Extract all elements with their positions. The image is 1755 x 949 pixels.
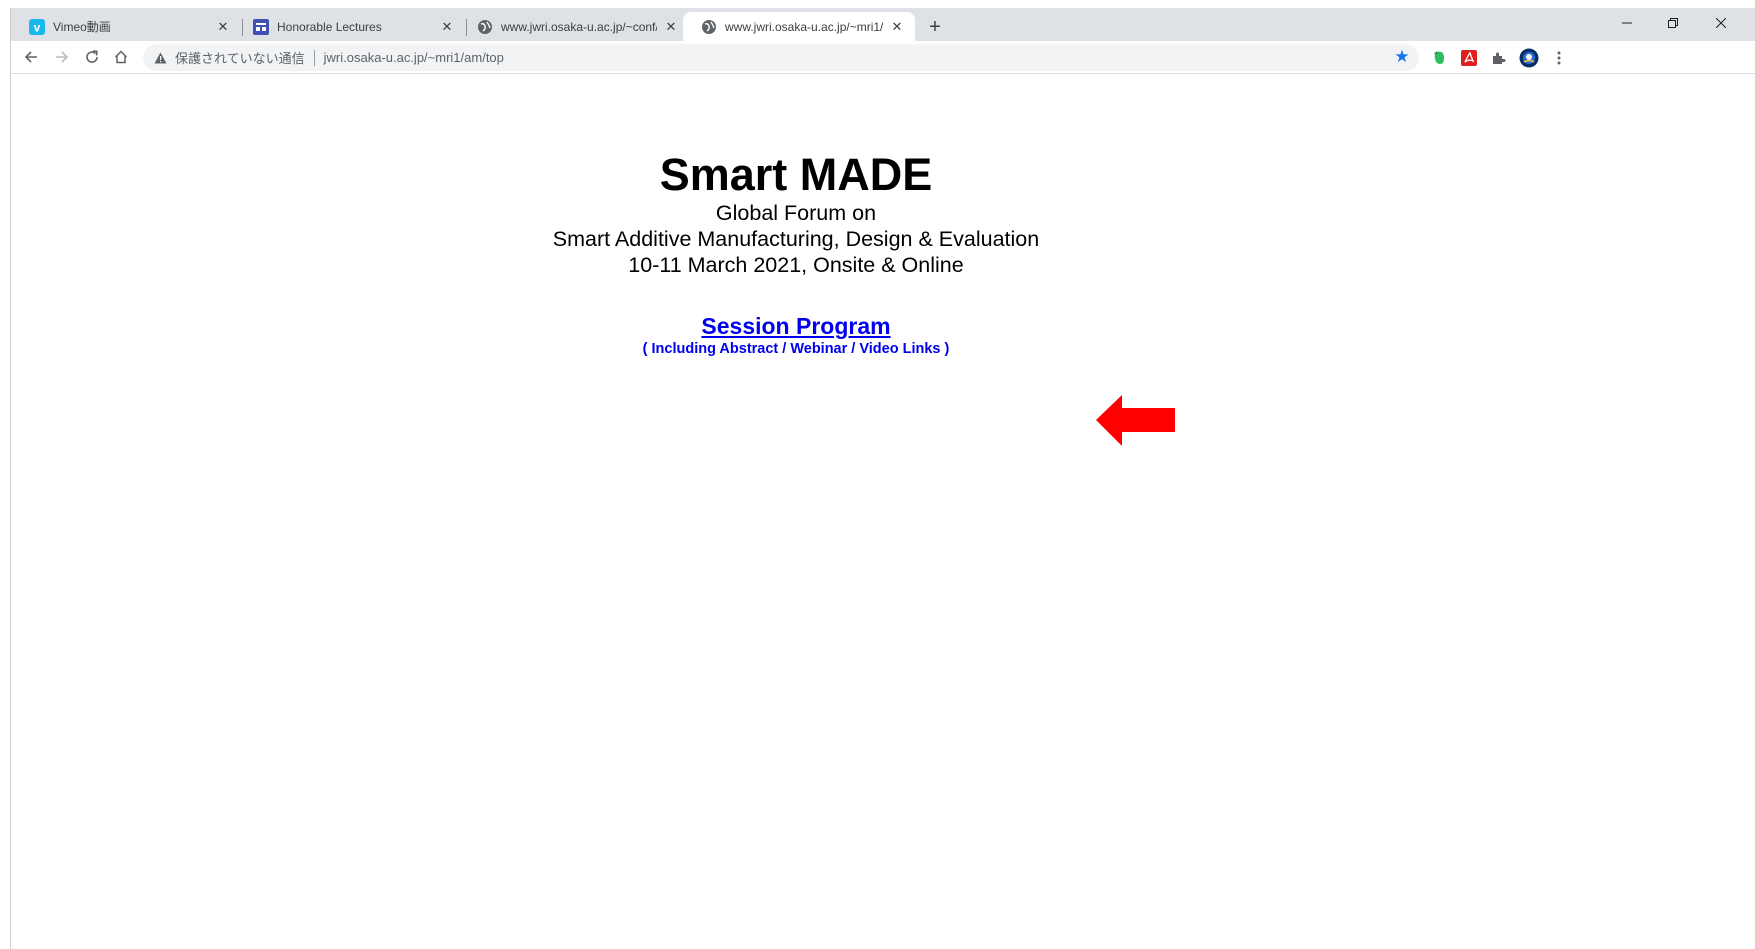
profile-avatar-icon[interactable] — [1519, 48, 1539, 68]
security-label[interactable]: 保護されていない通信 — [175, 48, 305, 67]
minimize-icon[interactable] — [1604, 8, 1650, 38]
puzzle-extensions-icon[interactable] — [1489, 48, 1509, 68]
tab-honorable-lectures[interactable]: Honorable Lectures ✕ — [235, 12, 465, 41]
globe-icon — [477, 19, 493, 35]
browser-toolbar: 保護されていない通信 jwri.osaka-u.ac.jp/~mri1/am/t… — [11, 41, 1755, 74]
svg-text:v: v — [34, 20, 41, 34]
vimeo-icon: v — [29, 18, 45, 35]
address-bar[interactable]: 保護されていない通信 jwri.osaka-u.ac.jp/~mri1/am/t… — [143, 44, 1419, 71]
page-viewport: Smart MADE Global Forum on Smart Additiv… — [11, 75, 1755, 949]
forms-icon — [253, 18, 269, 35]
tab-jwri-mri1-active[interactable]: www.jwri.osaka-u.ac.jp/~mri1/an ✕ — [683, 12, 915, 41]
session-program-subtitle[interactable]: ( Including Abstract / Webinar / Video L… — [496, 340, 1096, 358]
close-tab-icon[interactable]: ✕ — [215, 19, 231, 35]
page-title: Smart MADE — [659, 149, 933, 200]
subtitle-line-2: Smart Additive Manufacturing, Design & E… — [552, 227, 1040, 251]
close-tab-icon[interactable]: ✕ — [439, 19, 455, 35]
bookmark-star-icon[interactable]: ★ — [1393, 48, 1411, 66]
back-arrow-icon[interactable] — [19, 45, 43, 69]
browser-window: v Vimeo動画 ✕ Honorable Lectures ✕ www.jwr… — [10, 8, 1755, 949]
subtitle-line-3: 10-11 March 2021, Onsite & Online — [628, 253, 964, 277]
close-tab-icon[interactable]: ✕ — [663, 19, 679, 35]
new-tab-plus-icon[interactable]: + — [922, 14, 948, 40]
tab-title: Vimeo動画 — [53, 20, 111, 34]
close-window-icon[interactable] — [1696, 8, 1746, 38]
tab-title: www.jwri.osaka-u.ac.jp/~conf/Sm — [501, 19, 657, 34]
kebab-menu-icon[interactable] — [1549, 48, 1569, 68]
home-icon[interactable] — [109, 45, 133, 69]
globe-icon — [701, 19, 717, 35]
tab-title: Honorable Lectures — [277, 19, 382, 34]
tab-vimeo[interactable]: v Vimeo動画 ✕ — [11, 12, 241, 41]
address-divider — [313, 49, 315, 66]
reload-icon[interactable] — [80, 45, 104, 69]
page-content: Smart MADE Global Forum on Smart Additiv… — [496, 150, 1096, 358]
subtitle-line-1: Global Forum on — [715, 201, 877, 225]
pdf-extension-icon[interactable] — [1459, 48, 1479, 68]
evernote-extension-icon[interactable] — [1429, 48, 1449, 68]
warning-triangle-icon[interactable] — [153, 52, 167, 64]
restore-icon[interactable] — [1650, 8, 1696, 38]
close-tab-icon[interactable]: ✕ — [889, 19, 905, 35]
tab-title: www.jwri.osaka-u.ac.jp/~mri1/an — [725, 19, 883, 34]
tab-strip: v Vimeo動画 ✕ Honorable Lectures ✕ www.jwr… — [11, 8, 1755, 41]
session-program-link[interactable]: Session Program — [701, 313, 890, 339]
forward-arrow-icon[interactable] — [50, 45, 74, 69]
red-arrow-pointer-icon — [1096, 395, 1175, 446]
tab-jwri-conf[interactable]: www.jwri.osaka-u.ac.jp/~conf/Sm ✕ — [459, 12, 689, 41]
url-text[interactable]: jwri.osaka-u.ac.jp/~mri1/am/top — [324, 50, 504, 65]
